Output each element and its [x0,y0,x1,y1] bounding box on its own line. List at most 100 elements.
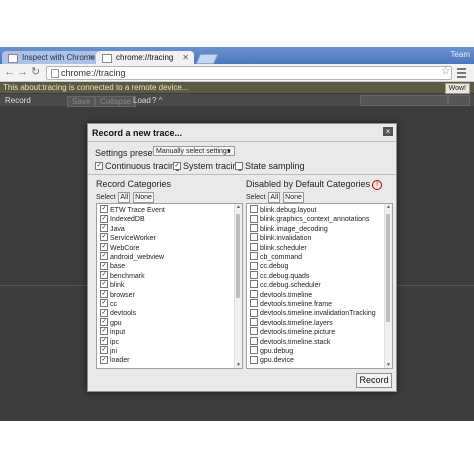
tab-inspect[interactable]: Inspect with Chrome ✕ [2,51,100,64]
record-categories-list[interactable]: ✓ ETW Trace Event ✓ IndexedDB ✓ Java ✓ ServiceW… [96,203,243,369]
checkbox[interactable] [250,270,258,279]
scroll-thumb[interactable] [236,214,240,298]
close-icon[interactable]: ✕ [182,51,189,64]
checkbox[interactable]: ✓ [100,270,108,279]
checkbox[interactable]: ✓ [100,233,108,242]
select-all-button[interactable]: All [268,192,281,203]
view-toggle[interactable]: ? ^ [152,96,162,105]
checkbox[interactable]: ✓ [100,346,108,355]
scrollbar[interactable]: ▲ ▼ [384,204,392,368]
checkbox[interactable]: ✓ [100,205,108,214]
checkbox[interactable]: ✓ [100,242,108,251]
checkbox[interactable]: ✓ [100,214,108,223]
checkbox[interactable]: ✓ [100,261,108,270]
infobar-button[interactable]: Wow! [444,83,470,94]
category-item[interactable]: blink.invalidation [250,233,311,243]
scroll-down-icon[interactable]: ▼ [386,362,391,368]
star-icon[interactable]: ☆ [441,66,450,77]
disabled-categories-title: Disabled by Default Categories [246,179,371,189]
preset-select[interactable]: Manually select settings ▼ [153,146,235,156]
search-input[interactable] [360,95,448,106]
category-item[interactable]: cc.debug.quads [250,270,309,281]
continuous-tracing-option[interactable]: ✓ Continuous tracing [95,161,180,171]
checkbox[interactable] [250,317,258,326]
save-button[interactable]: Save [67,96,96,107]
checkbox[interactable]: ✓ [100,223,108,232]
close-icon[interactable]: × [383,127,393,136]
forward-arrow-icon[interactable]: → [17,66,28,79]
scroll-down-icon[interactable]: ▼ [236,362,241,368]
menu-icon[interactable] [457,68,466,80]
checkbox[interactable] [250,299,258,308]
checkbox[interactable]: ✓ [100,327,108,336]
category-item[interactable]: ✓ ETW Trace Event [100,205,165,215]
checkbox[interactable] [250,223,258,232]
checkbox[interactable]: ✓ [100,252,108,261]
checkbox[interactable]: ✓ [100,355,108,364]
category-item[interactable]: devtools.timeline.picture [250,327,335,337]
select-label: Select [96,194,116,201]
checkbox[interactable] [250,261,258,270]
category-item[interactable]: devtools.timeline.layers [250,317,333,328]
scroll-up-icon[interactable]: ▲ [236,204,241,210]
divider [88,174,396,175]
category-item[interactable]: devtools.timeline [250,289,312,300]
checkbox[interactable]: ✓ [173,161,181,170]
page-icon [8,54,18,63]
select-none-button[interactable]: None [283,192,304,203]
category-item[interactable]: devtools.timeline.stack [250,336,330,347]
category-item[interactable]: ✓ android_webview [100,252,164,262]
profile-label[interactable]: Team [450,50,470,59]
scroll-up-icon[interactable]: ▲ [386,204,391,210]
scrollbar[interactable]: ▲ ▼ [234,204,242,368]
checkbox[interactable] [250,214,258,223]
record-trace-button[interactable]: Record [356,373,392,388]
category-item[interactable]: ✓ loader [100,355,129,365]
category-item[interactable]: devtools.timeline.invalidationTracking [250,308,376,318]
checkbox[interactable]: ✓ [100,308,108,317]
checkbox[interactable] [250,346,258,355]
checkbox[interactable] [250,242,258,251]
checkbox[interactable] [250,308,258,317]
category-item[interactable]: gpu.device [250,355,294,365]
checkbox[interactable] [250,336,258,345]
checkbox[interactable]: ✓ [95,161,103,170]
checkbox[interactable] [235,161,243,170]
category-item[interactable]: blink.scheduler [250,242,307,253]
record-dialog: Record a new trace... × Settings preset:… [87,123,397,392]
checkbox[interactable]: ✓ [100,280,108,289]
checkbox[interactable]: ✓ [100,299,108,308]
checkbox[interactable] [250,252,258,261]
reload-icon[interactable]: ↻ [31,66,40,79]
select-none-button[interactable]: None [133,192,154,203]
record-button[interactable]: Record [5,96,31,105]
disabled-categories-list[interactable]: blink.debug.layout blink.graphics_context… [246,203,393,369]
close-icon[interactable]: ✕ [88,51,95,64]
view-select[interactable] [448,95,470,106]
checkbox[interactable] [250,205,258,214]
collapse-button[interactable]: Collapse [95,96,137,107]
checkbox[interactable] [250,280,258,289]
category-item[interactable]: blink.graphics_context_annotations [250,214,369,224]
state-sampling-option[interactable]: State sampling [235,161,305,171]
category-item[interactable]: blink.debug.layout [250,205,316,215]
system-tracing-option[interactable]: ✓ System tracing [173,161,243,171]
select-all-button[interactable]: All [118,192,131,203]
checkbox[interactable]: ✓ [100,289,108,298]
checkbox[interactable]: ✓ [100,317,108,326]
category-item[interactable]: cc.debug.scheduler [250,280,321,290]
checkbox[interactable] [250,327,258,336]
address-bar[interactable]: chrome://tracing [46,66,452,80]
checkbox[interactable] [250,355,258,364]
category-item[interactable]: devtools.timeline.frame [250,299,332,309]
category-item[interactable]: blink.image_decoding [250,223,328,234]
scroll-thumb[interactable] [386,214,390,322]
checkbox[interactable]: ✓ [100,336,108,345]
checkbox[interactable] [250,233,258,242]
load-button[interactable]: Load [133,96,151,105]
category-label: blink [110,282,125,290]
category-item[interactable]: ✓ ServiceWorker [100,233,156,243]
tab-tracing[interactable]: chrome://tracing ✕ [96,51,194,64]
checkbox[interactable] [250,289,258,298]
back-arrow-icon[interactable]: ← [4,66,15,79]
